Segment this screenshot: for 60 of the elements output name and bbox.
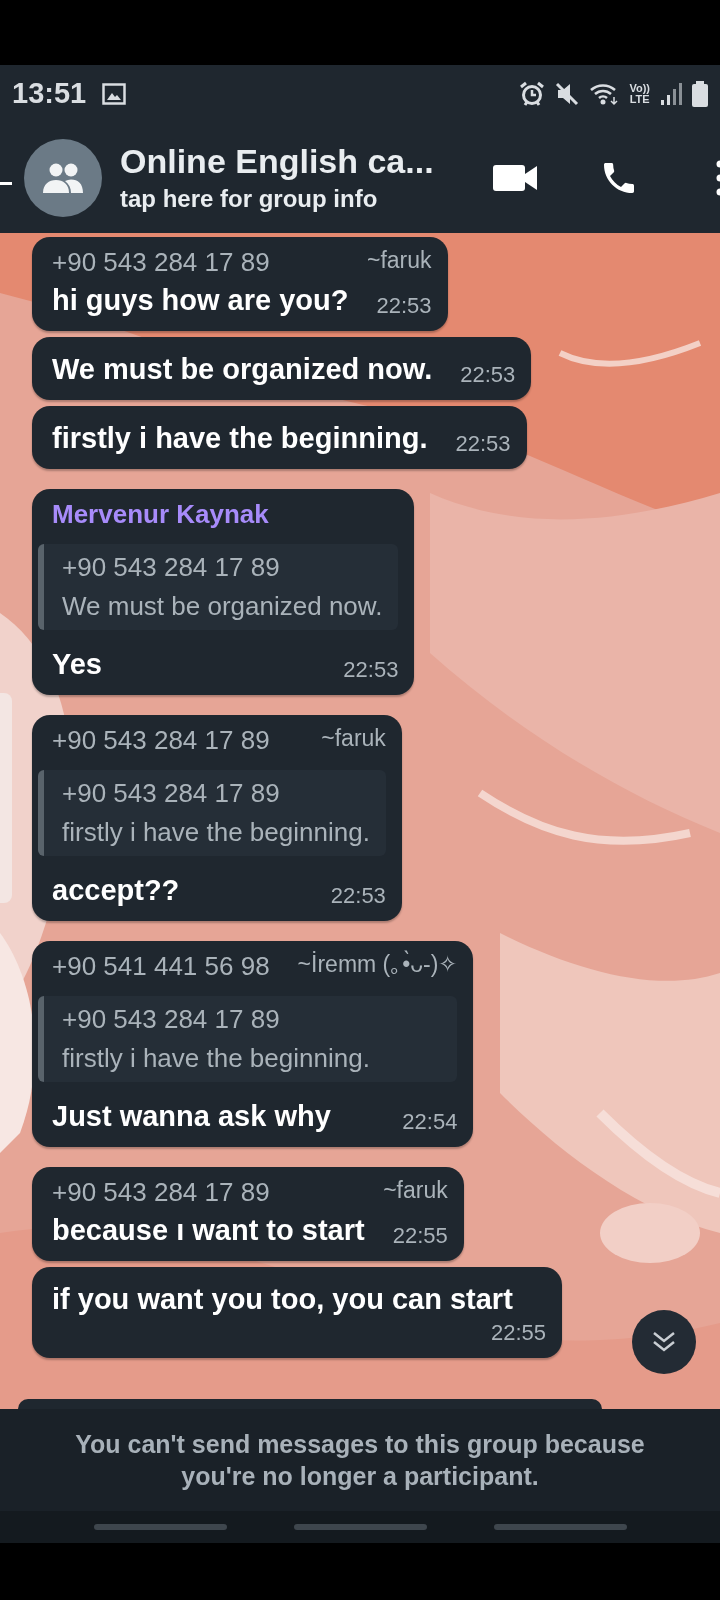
quoted-message[interactable]: +90 543 284 17 89 We must be organized now. [38, 544, 399, 630]
message-bubble[interactable]: if you want you too, you can start 22:55 [32, 1267, 562, 1358]
nav-pill[interactable] [493, 1524, 627, 1530]
sender-name: Mervenur Kaynak [52, 499, 269, 530]
quoted-message[interactable]: +90 543 284 17 89 firstly i have the beginning. [38, 996, 458, 1082]
sender-name: ~faruk [321, 725, 386, 753]
volte-label: Vo)) [629, 82, 650, 94]
edge-panel-handle[interactable] [0, 693, 12, 903]
wifi-icon [589, 81, 620, 106]
message-time: 22:55 [392, 1223, 448, 1250]
message-text: because ı want to start [52, 1213, 365, 1248]
message-time: 22:53 [455, 431, 511, 458]
no-longer-participant-notice: You can't send messages to this group because you're no longer a participant. [74, 1429, 646, 1492]
message-time: 22:54 [402, 1109, 458, 1136]
signal-icon [660, 82, 682, 105]
message-bubble[interactable]: firstly i have the beginning. 22:53 [32, 406, 527, 469]
mute-icon [555, 80, 580, 107]
quoted-message[interactable]: +90 543 284 17 89 firstly i have the beginning. [38, 770, 386, 856]
message-bubble[interactable]: Mervenur Kaynak +90 543 284 17 89 We must be organized now. Yes 22:53 [32, 489, 415, 695]
message-bubble[interactable]: +90 541 441 56 98 ~İremm (｡•̀ᴗ-)✧ +90 543 284 17 89 firstly i have the beginning. Just wanna ask why 22:54 [32, 941, 474, 1147]
message-time: 22:53 [343, 657, 399, 684]
sender-name: ~faruk [367, 247, 432, 275]
quoted-text: firstly i have the beginning. [62, 1043, 371, 1074]
quoted-sender: +90 543 284 17 89 [62, 778, 281, 809]
sender-phone: +90 543 284 17 89 [52, 1177, 270, 1208]
message-time: 22:53 [330, 883, 386, 910]
message-text: Yes [52, 647, 102, 682]
message-time: 22:53 [376, 293, 432, 320]
group-info-hint[interactable]: tap here for group info [120, 185, 465, 213]
quoted-text: firstly i have the beginning. [62, 817, 370, 848]
sender-name: ~faruk [383, 1177, 448, 1205]
quoted-text: We must be organized now. [62, 591, 383, 622]
alarm-icon [519, 80, 546, 107]
video-call-icon[interactable] [493, 162, 539, 193]
message-text: We must be organized now. [52, 352, 433, 387]
sender-phone: +90 543 284 17 89 [52, 725, 270, 756]
status-time: 13:51 [12, 77, 87, 110]
image-icon [102, 82, 127, 105]
sender-name: ~İremm (｡•̀ᴗ-)✧ [297, 951, 458, 979]
message-text: if you want you too, you can start [52, 1282, 513, 1317]
nav-pill[interactable] [293, 1524, 427, 1530]
message-bubble[interactable]: +90 543 284 17 89 ~faruk hi guys how are you? 22:53 [32, 237, 448, 331]
message-bubble[interactable]: +90 543 284 17 89 ~faruk +90 543 284 17 89 firstly i have the beginning. accept?? 22:53 [32, 715, 402, 921]
sender-phone: +90 543 284 17 89 [52, 247, 270, 278]
double-chevron-icon [651, 1330, 677, 1354]
sender-phone: +90 541 441 56 98 [52, 951, 270, 982]
group-title[interactable]: Online English ca... [120, 142, 465, 181]
battery-icon [692, 80, 708, 107]
message-text: firstly i have the beginning. [52, 421, 428, 456]
message-bubble[interactable]: +90 543 284 17 89 ~faruk because ı want to start 22:55 [32, 1167, 464, 1261]
message-text: Just wanna ask why [52, 1099, 331, 1134]
message-text: accept?? [52, 873, 180, 908]
quoted-sender: +90 543 284 17 89 [62, 552, 281, 583]
message-text: hi guys how are you? [52, 283, 349, 318]
message-bubble[interactable]: We must be organized now. 22:53 [32, 337, 532, 400]
message-time: 22:55 [490, 1320, 546, 1347]
lte-label: LTE [629, 93, 650, 105]
message-time: 22:53 [460, 362, 516, 389]
nav-pill[interactable] [93, 1524, 227, 1530]
quoted-sender: +90 543 284 17 89 [62, 1004, 281, 1035]
